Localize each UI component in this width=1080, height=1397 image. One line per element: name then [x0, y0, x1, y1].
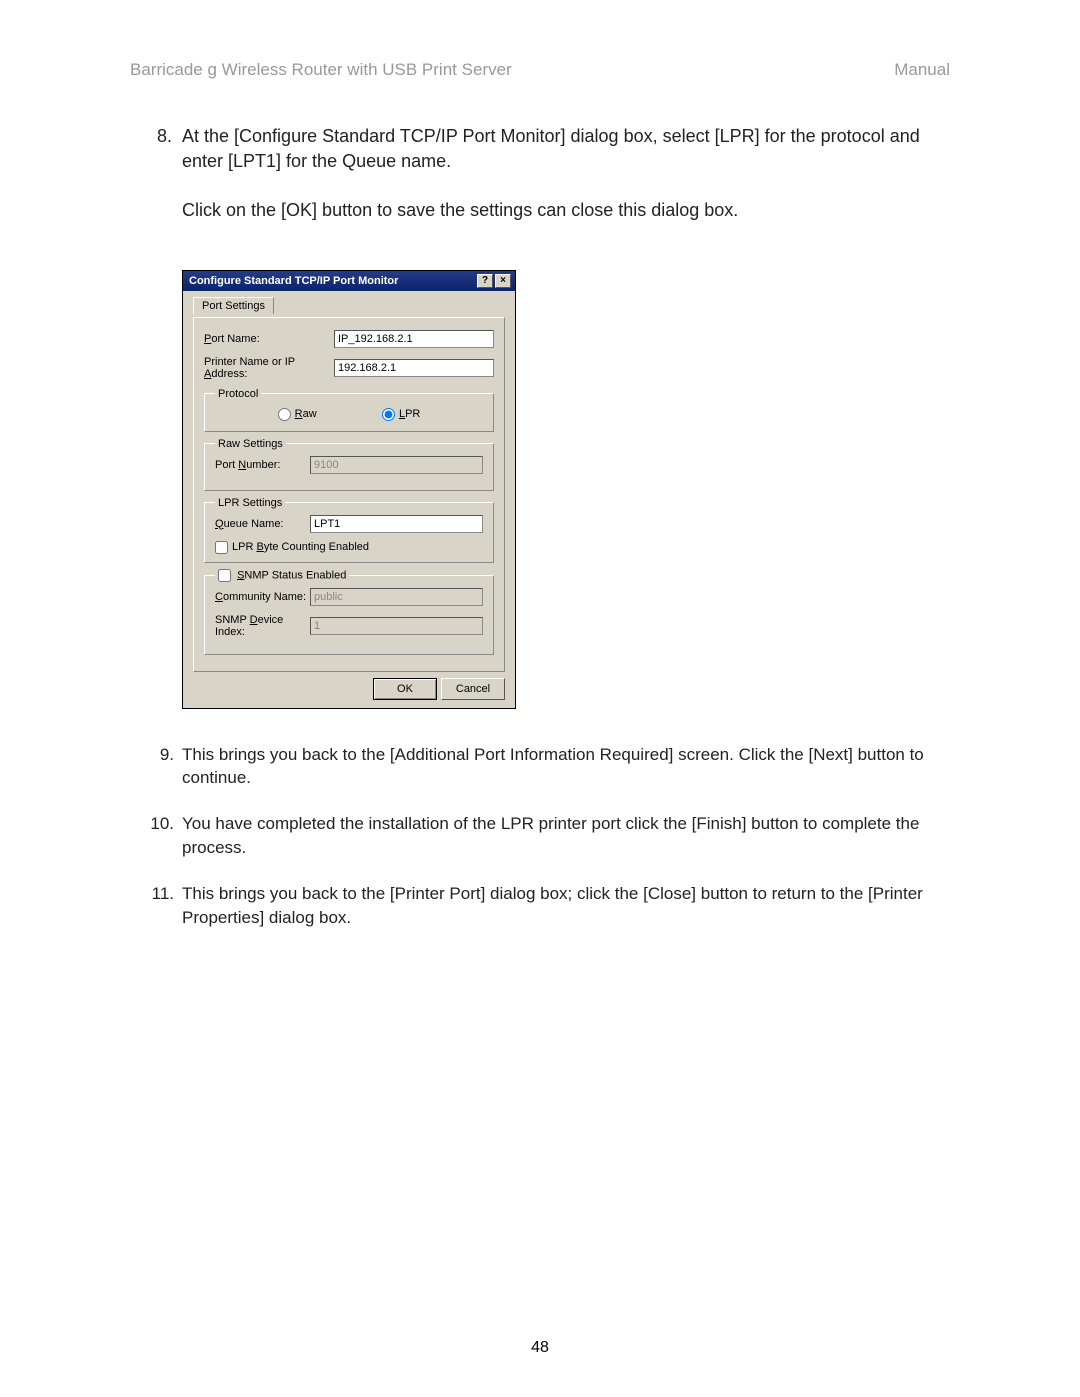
step-9-text: This brings you back to the [Additional … [182, 743, 950, 791]
snmp-enabled-checkbox[interactable] [218, 569, 231, 582]
snmp-group: SNMP Status Enabled Community Name: SNMP… [204, 569, 494, 655]
raw-port-number-label: Port Number: [215, 459, 310, 471]
community-name-input [310, 588, 483, 606]
protocol-raw-option[interactable]: Raw [278, 408, 317, 421]
lpr-byte-counting-checkbox[interactable] [215, 541, 228, 554]
step-11-number: 11. [146, 882, 174, 930]
step-11-text: This brings you back to the [Printer Por… [182, 882, 950, 930]
lpr-settings-group: LPR Settings Queue Name: LPR Byte Counti… [204, 497, 494, 563]
community-name-label: Community Name: [215, 591, 310, 603]
help-icon[interactable]: ? [477, 274, 493, 288]
lpr-settings-legend: LPR Settings [215, 497, 285, 509]
raw-port-number-input [310, 456, 483, 474]
protocol-group: Protocol Raw LPR [204, 388, 494, 432]
port-name-label: Port Name: [204, 333, 334, 345]
step-9-number: 9. [146, 743, 174, 791]
page-number: 48 [0, 1339, 1080, 1357]
close-icon[interactable]: × [495, 274, 511, 288]
lpr-byte-counting-label: LPR Byte Counting Enabled [232, 541, 369, 553]
step-8-number: 8. [146, 124, 172, 248]
protocol-lpr-radio[interactable] [382, 408, 395, 421]
snmp-index-input [310, 617, 483, 635]
raw-settings-group: Raw Settings Port Number: [204, 438, 494, 491]
protocol-legend: Protocol [215, 388, 261, 400]
step-8-text-1: At the [Configure Standard TCP/IP Port M… [182, 124, 950, 174]
configure-port-dialog: Configure Standard TCP/IP Port Monitor ?… [182, 270, 516, 709]
protocol-raw-radio[interactable] [278, 408, 291, 421]
header-right: Manual [894, 60, 950, 80]
queue-name-label: Queue Name: [215, 518, 310, 530]
step-10-number: 10. [146, 812, 174, 860]
ip-address-input[interactable] [334, 359, 494, 377]
port-name-input[interactable] [334, 330, 494, 348]
dialog-title: Configure Standard TCP/IP Port Monitor [189, 275, 398, 287]
snmp-index-label: SNMP Device Index: [215, 614, 310, 638]
raw-settings-legend: Raw Settings [215, 438, 286, 450]
ok-button[interactable]: OK [373, 678, 437, 700]
step-10-text: You have completed the installation of t… [182, 812, 950, 860]
cancel-button[interactable]: Cancel [441, 678, 505, 700]
protocol-lpr-option[interactable]: LPR [382, 408, 420, 421]
step-8-text-2: Click on the [OK] button to save the set… [182, 198, 950, 223]
tab-port-settings[interactable]: Port Settings [193, 297, 274, 314]
queue-name-input[interactable] [310, 515, 483, 533]
snmp-legend: SNMP Status Enabled [215, 569, 349, 582]
dialog-titlebar[interactable]: Configure Standard TCP/IP Port Monitor ?… [183, 271, 515, 291]
ip-address-label: Printer Name or IP Address: [204, 356, 334, 380]
header-left: Barricade g Wireless Router with USB Pri… [130, 60, 512, 80]
